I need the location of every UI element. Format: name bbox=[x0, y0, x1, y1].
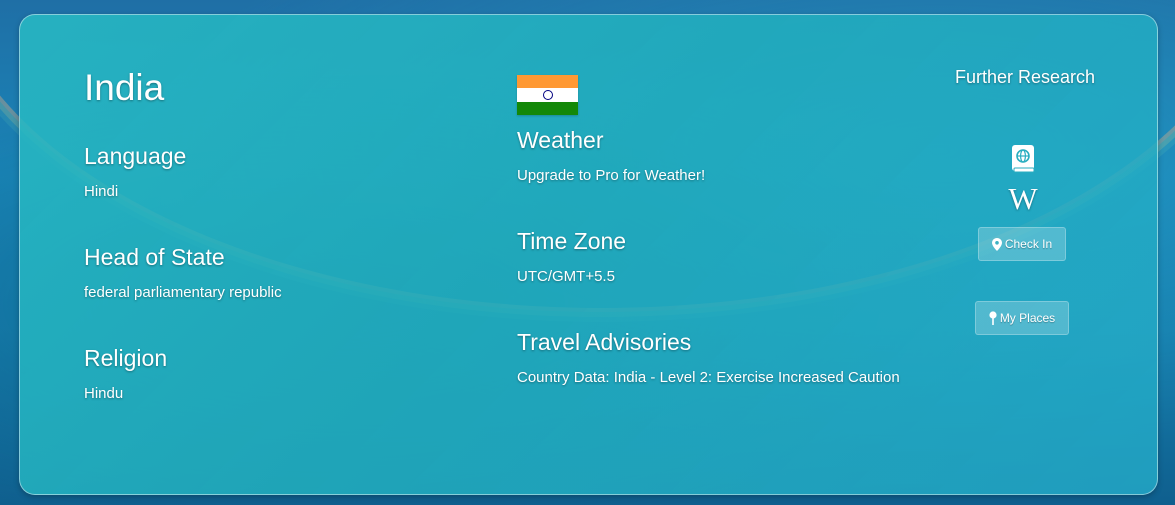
country-card: India Language Hindi Head of State feder… bbox=[19, 14, 1158, 495]
pushpin-icon bbox=[989, 311, 997, 325]
weather-title: Weather bbox=[517, 127, 604, 153]
india-flag-icon bbox=[517, 75, 578, 115]
check-in-label: Check In bbox=[1004, 237, 1053, 251]
head-of-state-value: federal parliamentary republic bbox=[84, 284, 282, 301]
time-zone-value: UTC/GMT+5.5 bbox=[517, 268, 615, 285]
travel-advisories-value: Country Data: India - Level 2: Exercise … bbox=[517, 369, 900, 386]
country-title: India bbox=[84, 67, 165, 108]
my-places-button[interactable]: My Places bbox=[975, 301, 1069, 335]
wikipedia-icon[interactable]: W bbox=[1008, 181, 1038, 216]
religion-value: Hindu bbox=[84, 385, 124, 402]
language-title: Language bbox=[84, 143, 187, 169]
further-research-heading: Further Research bbox=[954, 67, 1096, 87]
globe-book-icon[interactable] bbox=[1008, 144, 1038, 174]
weather-value: Upgrade to Pro for Weather! bbox=[517, 167, 706, 184]
travel-advisories-title: Travel Advisories bbox=[517, 329, 692, 355]
map-pin-icon bbox=[991, 237, 1002, 251]
my-places-label: My Places bbox=[999, 311, 1056, 325]
check-in-button[interactable]: Check In bbox=[978, 227, 1066, 261]
ashoka-chakra-icon bbox=[542, 89, 553, 100]
head-of-state-title: Head of State bbox=[84, 244, 225, 270]
time-zone-title: Time Zone bbox=[517, 228, 627, 254]
language-value: Hindi bbox=[84, 183, 119, 200]
religion-title: Religion bbox=[84, 345, 168, 371]
